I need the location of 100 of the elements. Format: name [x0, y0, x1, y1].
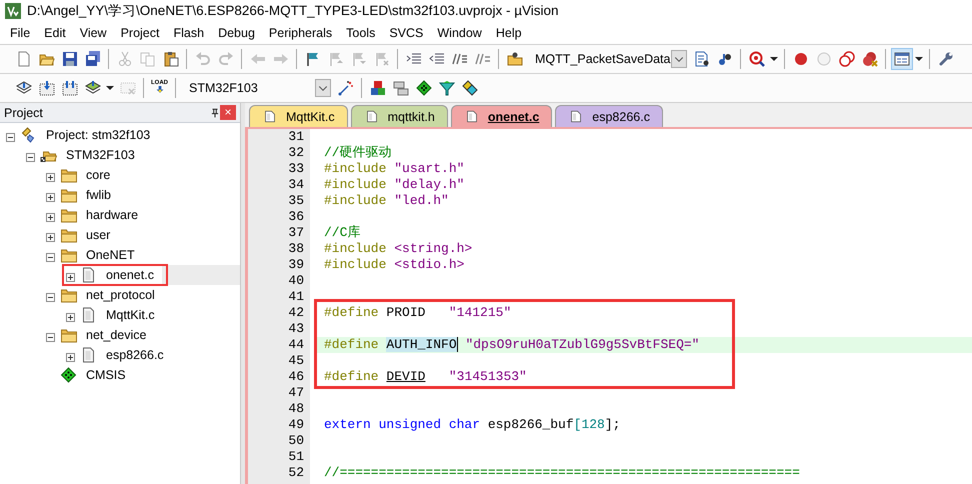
combo-box[interactable]: MQTT_PacketSaveData	[529, 49, 687, 69]
menu-item[interactable]: Flash	[166, 25, 212, 41]
code-line: #include "delay.h"	[324, 177, 464, 192]
code-line: //硬件驱动	[324, 145, 392, 160]
folder-icon	[60, 327, 77, 343]
file-icon	[80, 307, 97, 323]
menu-item[interactable]: Debug	[211, 25, 262, 41]
breakpoints-cross-icon	[862, 51, 878, 67]
tree-item[interactable]: CMSIS	[84, 367, 128, 383]
tree-item[interactable]: net_protocol	[84, 287, 157, 303]
cut-icon	[116, 51, 132, 67]
expand-icon[interactable]	[66, 312, 75, 322]
line-number: 52	[287, 465, 305, 481]
line-number: 41	[287, 289, 305, 305]
menu-item[interactable]: SVCS	[382, 25, 430, 41]
menu-item[interactable]: Help	[488, 25, 529, 41]
code-line: extern unsigned char esp8266_buf[128];	[324, 417, 620, 432]
line-number: 32	[287, 145, 305, 161]
flag-icon	[350, 51, 366, 67]
line-number: 50	[287, 433, 305, 449]
line-number: 36	[287, 209, 305, 225]
expand-icon[interactable]	[66, 352, 75, 362]
collapse-icon[interactable]	[46, 332, 55, 342]
collapse-icon[interactable]	[26, 152, 35, 162]
expand-icon[interactable]	[46, 232, 55, 242]
folder-icon	[60, 287, 77, 303]
expand-icon[interactable]	[46, 212, 55, 222]
file-icon	[570, 109, 582, 124]
expand-icon[interactable]	[46, 192, 55, 202]
folder-icon	[60, 167, 77, 183]
undo-icon	[194, 51, 210, 67]
expand-icon[interactable]	[66, 272, 75, 282]
menu-item[interactable]: Edit	[37, 25, 73, 41]
stack-icon	[16, 80, 32, 96]
flag-icon	[374, 51, 390, 67]
file-icon	[366, 109, 378, 124]
wand-icon	[338, 80, 354, 96]
redo-icon	[218, 51, 234, 67]
magnifier-icon	[748, 51, 764, 67]
back-arrow-icon	[250, 51, 266, 67]
tree-item[interactable]: fwlib	[84, 187, 114, 203]
comment-icon	[452, 51, 468, 67]
line-number: 31	[287, 129, 305, 145]
editor-tab[interactable]: esp8266.c	[555, 105, 663, 127]
pin-icon[interactable]	[210, 106, 220, 118]
tree-item[interactable]: Project: stm32f103	[44, 127, 152, 143]
save-all-icon	[84, 51, 100, 67]
line-number: 37	[287, 225, 305, 241]
diamonds-icon	[462, 80, 478, 96]
toolbar-button[interactable]	[890, 48, 912, 70]
line-number: 49	[287, 417, 305, 433]
editor-tab[interactable]: onenet.c	[450, 105, 552, 127]
line-number: 39	[287, 257, 305, 273]
file-icon	[80, 267, 97, 283]
window-icon	[894, 51, 910, 67]
new-file-icon	[16, 51, 32, 67]
caret-icon	[106, 86, 114, 90]
project-icon	[20, 127, 37, 143]
menu-item[interactable]: Tools	[339, 25, 382, 41]
collapse-icon[interactable]	[6, 132, 15, 142]
file-icon	[264, 109, 276, 124]
save-icon	[62, 51, 78, 67]
tree-item[interactable]: user	[84, 227, 112, 243]
tree-item[interactable]: MqttKit.c	[104, 307, 157, 323]
folder-icon	[60, 187, 77, 203]
tree-item[interactable]: STM32F103	[64, 147, 137, 163]
menu-item[interactable]: Window	[430, 25, 489, 41]
line-number: 35	[287, 193, 305, 209]
line-number: 40	[287, 273, 305, 289]
code-line: //===========================================================	[324, 465, 800, 480]
menu-item[interactable]: View	[72, 25, 114, 41]
flag-icon	[304, 51, 320, 67]
wrench-icon	[938, 51, 954, 67]
app-icon	[5, 3, 21, 19]
tree-item[interactable]: core	[84, 167, 112, 183]
close-button[interactable]: ×	[220, 105, 236, 120]
code-line: #include <string.h>	[324, 241, 472, 256]
caret-icon	[770, 57, 778, 61]
layers-icon	[84, 80, 100, 96]
editor-tab[interactable]: mqttkit.h	[350, 105, 448, 127]
editor-tab[interactable]: MqttKit.c	[249, 105, 348, 127]
circle-icon	[816, 51, 832, 67]
tree-item[interactable]: esp8266.c	[104, 347, 166, 363]
combo-box[interactable]: STM32F103	[183, 78, 331, 98]
menu-item[interactable]: Project	[114, 25, 166, 41]
line-number: 51	[287, 449, 305, 465]
menu-item[interactable]: Peripherals	[262, 25, 340, 41]
tree-item[interactable]: hardware	[84, 207, 140, 223]
line-number: 47	[287, 385, 305, 401]
tree-item[interactable]: OneNET	[84, 247, 137, 263]
collapse-icon[interactable]	[46, 252, 55, 262]
blocks-icon	[370, 80, 386, 96]
line-number: 48	[287, 401, 305, 417]
menu-item[interactable]: File	[3, 25, 38, 41]
collapse-icon[interactable]	[46, 292, 55, 302]
copy-icon	[140, 51, 156, 67]
code-line: #define PROID "141215"	[324, 305, 512, 320]
expand-icon[interactable]	[46, 172, 55, 182]
code-line: #include <stdio.h>	[324, 257, 464, 272]
tree-item[interactable]: net_device	[84, 327, 148, 343]
